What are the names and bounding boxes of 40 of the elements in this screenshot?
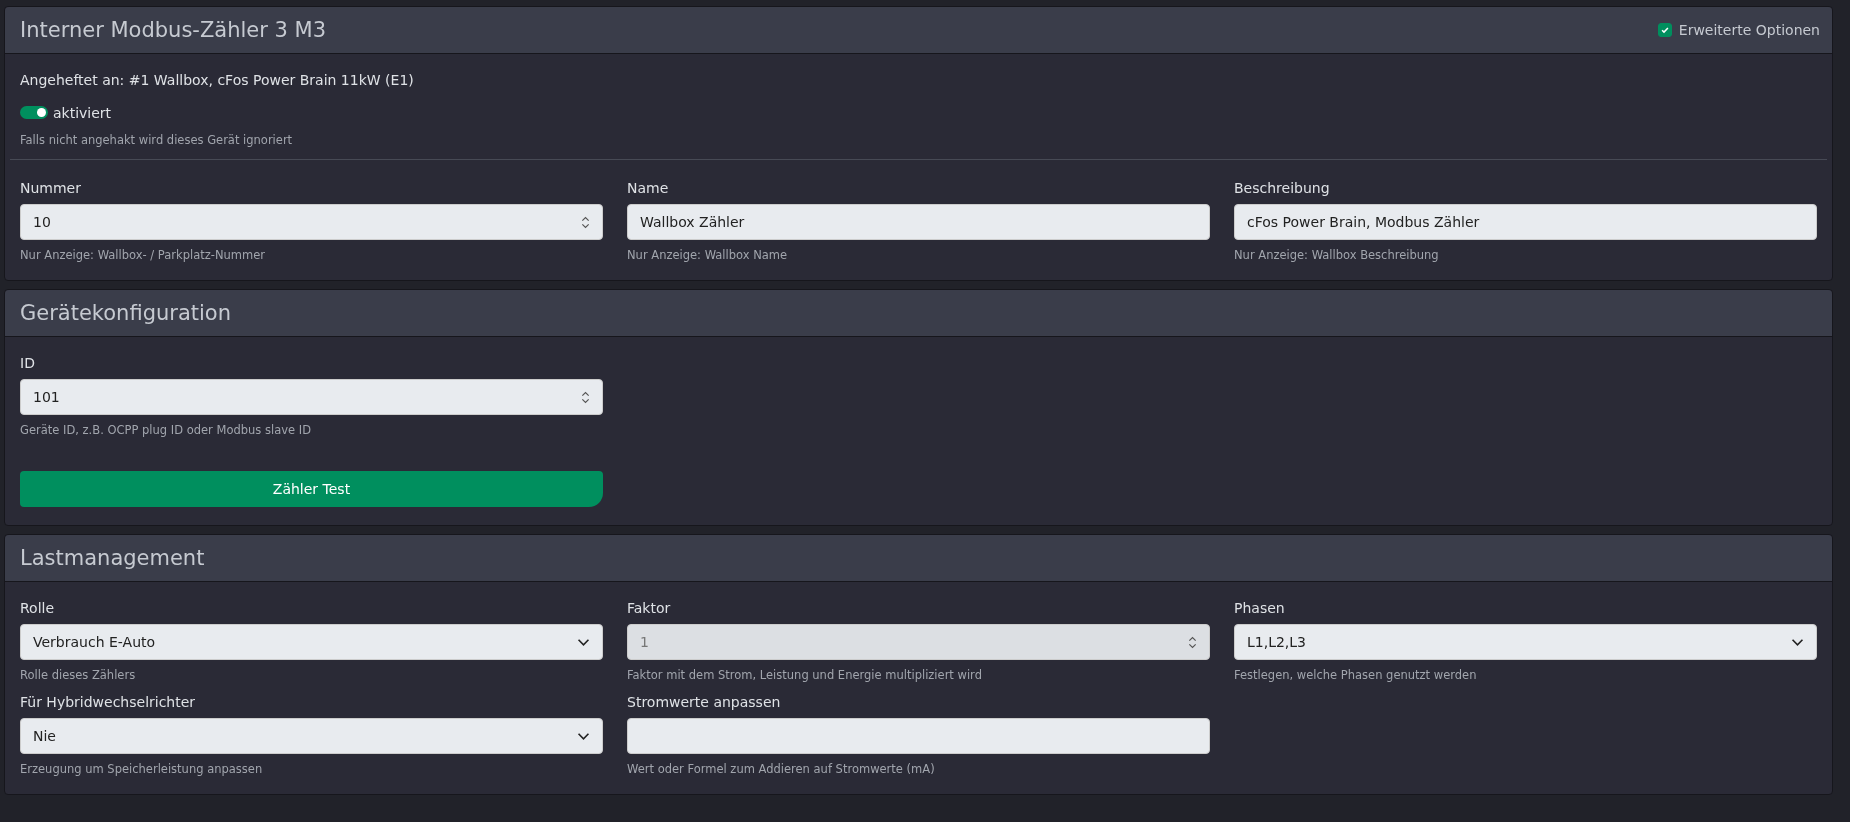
advanced-options-checkbox[interactable]: Erweiterte Optionen (1657, 22, 1820, 38)
field-label: Stromwerte anpassen (627, 694, 781, 710)
input-field[interactable]: Wallbox Zähler (627, 204, 1210, 240)
help-text: Nur Anzeige: Wallbox- / Parkplatz-Nummer (20, 248, 266, 262)
help-text: Festlegen, welche Phasen genutzt werden (1234, 668, 1477, 682)
chevron-down-icon (1791, 637, 1804, 647)
input-field[interactable]: cFos Power Brain, Modbus Zähler (1234, 204, 1817, 240)
spinner-icon (581, 215, 590, 229)
help-text: Faktor mit dem Strom, Leistung und Energie multipliziert wird (627, 668, 982, 682)
help-text: Erzeugung um Speicherleistung anpassen (20, 762, 263, 776)
spinner-icon (1188, 635, 1197, 649)
field-label: Rolle (20, 600, 55, 616)
help-text: Nur Anzeige: Wallbox Beschreibung (1234, 248, 1439, 262)
help-text: Rolle dieses Zählers (20, 668, 136, 682)
panel-title: Lastmanagement (20, 546, 205, 570)
panel-title: Interner Modbus-Zähler 3 M3 (20, 18, 327, 42)
help-text: Nur Anzeige: Wallbox Name (627, 248, 788, 262)
enable-switch[interactable]: aktiviert (20, 104, 112, 121)
chevron-down-icon (577, 637, 590, 647)
field-label: Phasen (1234, 600, 1285, 616)
attached-to-text: Angeheftet an: #1 Wallbox, cFos Power Brain 11kW (E1) (20, 72, 415, 88)
select-field[interactable]: L1,L2,L3 (1234, 624, 1817, 660)
select-field[interactable]: Nie (20, 718, 603, 754)
field-label: Nummer (20, 180, 81, 196)
help-text: Geräte ID, z.B. OCPP plug ID oder Modbus slave ID (20, 423, 311, 437)
number-input[interactable]: 10 (20, 204, 603, 240)
field-label: Name (627, 180, 669, 196)
help-text: Falls nicht angehakt wird dieses Gerät ignoriert (20, 133, 294, 147)
select-field[interactable]: Verbrauch E-Auto (20, 624, 603, 660)
spinner-icon (581, 390, 590, 404)
input-field[interactable] (627, 718, 1210, 754)
chevron-down-icon (577, 731, 590, 741)
number-input[interactable]: 101 (20, 379, 603, 415)
field-label: Faktor (627, 600, 671, 616)
field-label: Beschreibung (1234, 180, 1330, 196)
meter-test-button[interactable]: Zähler Test (20, 471, 603, 507)
field-label: ID (20, 355, 35, 371)
panel-title: Gerätekonfiguration (20, 301, 231, 325)
field-label: Für Hybridwechselrichter (20, 694, 196, 710)
help-text: Wert oder Formel zum Addieren auf Stromwerte (mA) (627, 762, 935, 776)
